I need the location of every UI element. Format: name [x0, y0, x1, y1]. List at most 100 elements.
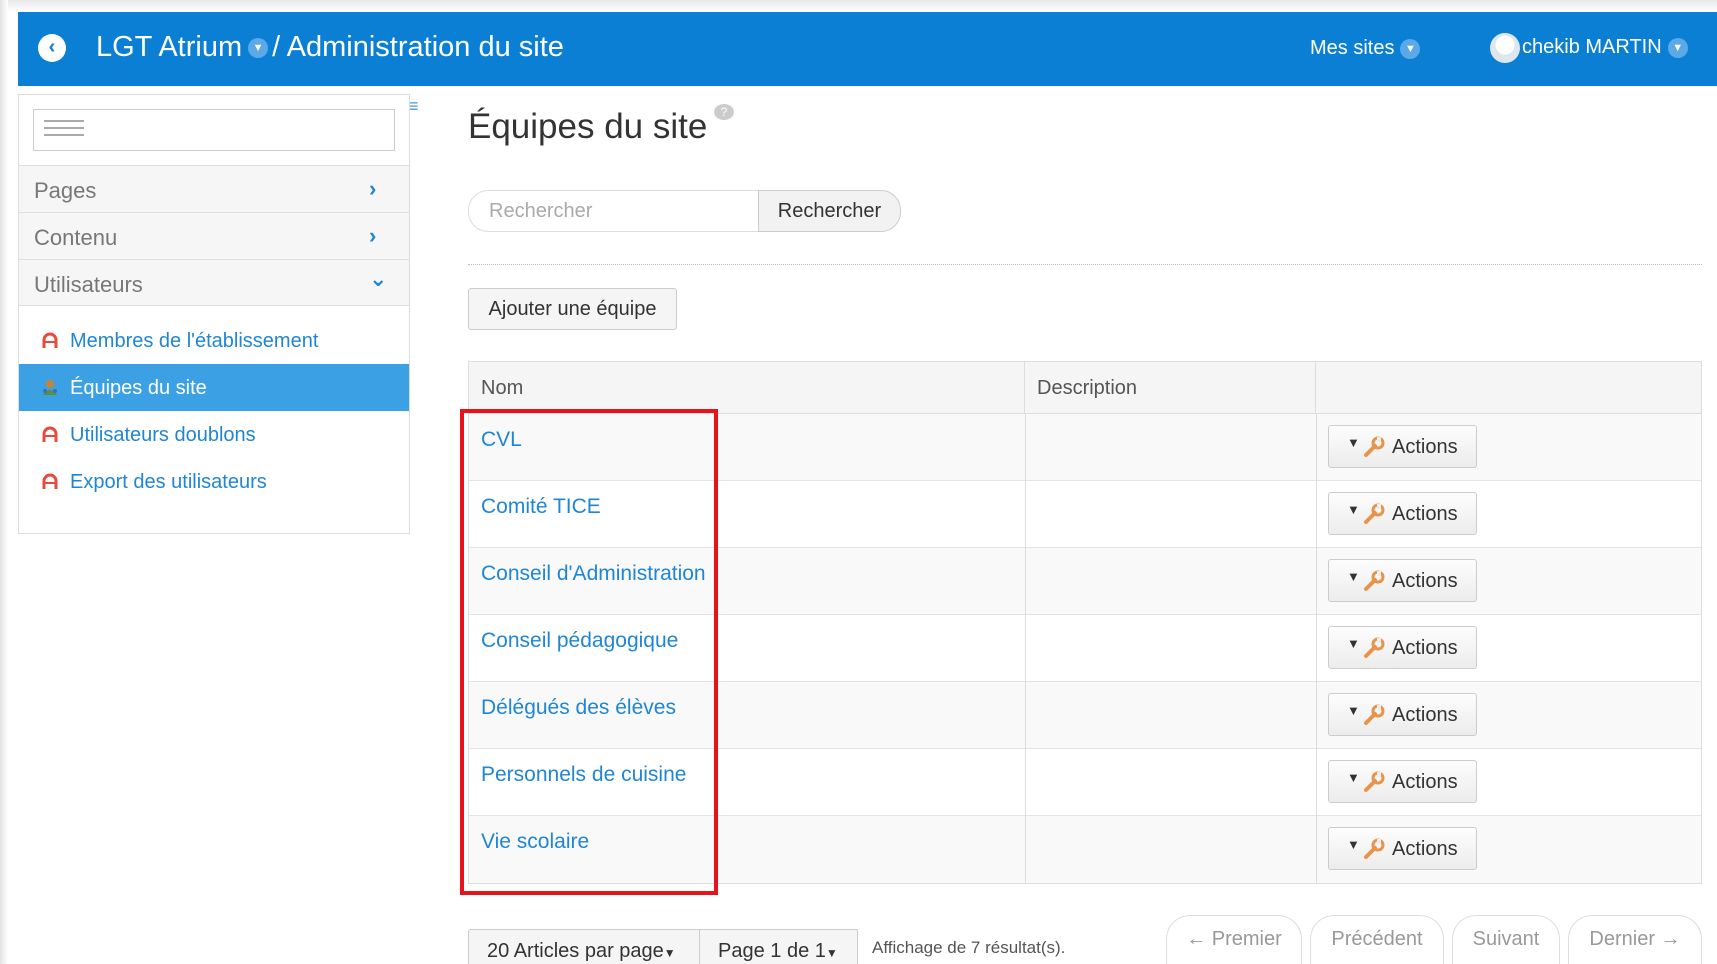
caret-down-icon: ▼ — [1347, 837, 1360, 852]
table-row: Vie scolaire ▼ Actions — [469, 816, 1701, 883]
sidebar-item-label: Utilisateurs doublons — [70, 424, 256, 446]
sidebar: Pages › Contenu › Utilisateurs ⌄ Membres… — [18, 94, 410, 534]
page-select-dropdown[interactable]: Page 1 de 1▼ — [700, 929, 858, 964]
user-arc-icon — [42, 332, 58, 348]
team-name-link[interactable]: Délégués des élèves — [481, 696, 676, 720]
table-row: Conseil pédagogique ▼ Actions — [469, 615, 1701, 682]
caret-down-icon: ▼ — [1347, 435, 1360, 450]
top-navigation-bar: ‹ LGT Atrium ▼ / Administration du site Me… — [18, 12, 1717, 86]
cell-divider — [1025, 615, 1026, 682]
cell-divider — [1316, 682, 1317, 749]
users-group-icon — [43, 380, 57, 395]
sidebar-section-label: Contenu — [34, 225, 118, 250]
team-name-link[interactable]: Personnels de cuisine — [481, 763, 686, 787]
wrench-icon — [1364, 704, 1385, 725]
site-name-link[interactable]: LGT Atrium — [96, 27, 242, 67]
sidebar-search-field[interactable] — [33, 109, 395, 151]
my-sites-label: Mes sites — [1310, 37, 1395, 59]
site-dropdown-caret-icon[interactable]: ▼ — [248, 38, 269, 59]
section-title: Administration du site — [286, 31, 564, 63]
user-menu[interactable]: chekib MARTIN ▼ — [1490, 30, 1692, 64]
actions-dropdown-button[interactable]: ▼ Actions — [1328, 492, 1477, 535]
wrench-icon — [1364, 637, 1385, 658]
last-page-button[interactable]: Dernier → — [1568, 915, 1702, 964]
sidebar-item-membres[interactable]: Membres de l'établissement — [19, 317, 409, 364]
window-shadow-top — [0, 0, 1717, 12]
column-header-actions — [1316, 362, 1703, 414]
team-name-link[interactable]: Conseil d'Administration — [481, 562, 706, 586]
previous-page-button[interactable]: Précédent — [1310, 915, 1444, 964]
cell-divider — [1316, 548, 1317, 615]
cell-divider — [1025, 548, 1026, 615]
cell-divider — [1025, 682, 1026, 749]
my-sites-menu[interactable]: Mes sites ▼ — [1310, 34, 1424, 62]
sidebar-item-export[interactable]: Export des utilisateurs — [19, 458, 409, 505]
cell-divider — [1316, 816, 1317, 883]
wrench-icon — [1364, 503, 1385, 524]
caret-down-icon: ▼ — [825, 946, 838, 960]
divider — [468, 264, 1702, 265]
page-select-label: Page 1 de 1 — [718, 940, 826, 962]
results-count: Affichage de 7 résultat(s). — [872, 938, 1066, 957]
back-arrow-icon[interactable]: ‹ — [38, 34, 66, 62]
actions-label: Actions — [1392, 704, 1458, 726]
breadcrumb: LGT Atrium ▼ / Administration du site — [96, 27, 564, 67]
sidebar-item-label: Équipes du site — [70, 377, 207, 399]
team-name-link[interactable]: Conseil pédagogique — [481, 629, 678, 653]
window-shadow-left — [0, 0, 8, 964]
user-arc-icon — [42, 473, 58, 489]
team-name-link[interactable]: CVL — [481, 428, 522, 452]
next-page-button[interactable]: Suivant — [1452, 915, 1560, 964]
sidebar-item-equipes[interactable]: Équipes du site — [19, 364, 409, 411]
breadcrumb-separator: / — [272, 31, 281, 63]
sidebar-item-doublons[interactable]: Utilisateurs doublons — [19, 411, 409, 458]
actions-dropdown-button[interactable]: ▼ Actions — [1328, 693, 1477, 736]
cell-divider — [1316, 749, 1317, 816]
sidebar-section-utilisateurs[interactable]: Utilisateurs ⌄ — [19, 259, 409, 306]
sidebar-section-contenu[interactable]: Contenu › — [19, 212, 409, 259]
chevron-down-icon: ⌄ — [369, 266, 388, 291]
wrench-icon — [1364, 838, 1385, 859]
my-sites-caret-icon: ▼ — [1400, 38, 1421, 59]
search-button[interactable]: Rechercher — [758, 190, 901, 232]
sidebar-section-label: Pages — [34, 178, 97, 203]
user-arc-icon — [42, 426, 58, 442]
add-team-button[interactable]: Ajouter une équipe — [468, 288, 677, 330]
table-row: Comité TICE ▼ Actions — [469, 481, 1701, 548]
cell-divider — [1316, 481, 1317, 548]
column-header-nom[interactable]: Nom — [469, 362, 1025, 414]
sidebar-item-label: Export des utilisateurs — [70, 471, 267, 493]
per-page-dropdown[interactable]: 20 Articles par page▼ — [468, 929, 700, 964]
wrench-icon — [1364, 771, 1385, 792]
caret-down-icon: ▼ — [1347, 569, 1360, 584]
per-page-label: 20 Articles par page — [487, 940, 664, 962]
table-row: Délégués des élèves ▼ Actions — [469, 682, 1701, 749]
user-menu-caret-icon: ▼ — [1667, 37, 1688, 58]
sidebar-section-pages[interactable]: Pages › — [19, 165, 409, 212]
search-input[interactable] — [468, 190, 758, 232]
first-page-button[interactable]: ← Premier — [1166, 915, 1302, 964]
help-icon[interactable]: ? — [714, 104, 734, 120]
actions-label: Actions — [1392, 570, 1458, 592]
cell-divider — [1025, 481, 1026, 548]
cell-divider — [1025, 414, 1026, 481]
actions-dropdown-button[interactable]: ▼ Actions — [1328, 559, 1477, 602]
actions-dropdown-button[interactable]: ▼ Actions — [1328, 760, 1477, 803]
caret-down-icon: ▼ — [1347, 703, 1360, 718]
actions-dropdown-button[interactable]: ▼ Actions — [1328, 626, 1477, 669]
column-header-description[interactable]: Description — [1025, 362, 1316, 414]
table-row: Personnels de cuisine ▼ Actions — [469, 749, 1701, 816]
table-header: Nom Description — [469, 362, 1701, 414]
team-name-link[interactable]: Comité TICE — [481, 495, 601, 519]
actions-dropdown-button[interactable]: ▼ Actions — [1328, 425, 1477, 468]
chevron-right-icon: › — [369, 223, 377, 248]
avatar — [1490, 32, 1520, 63]
page-title: Équipes du site — [468, 107, 708, 146]
actions-label: Actions — [1392, 436, 1458, 458]
sidebar-section-label: Utilisateurs — [34, 272, 143, 297]
caret-down-icon: ▼ — [663, 946, 676, 960]
team-name-link[interactable]: Vie scolaire — [481, 830, 589, 854]
table-body: CVL ▼ Actions Comité TICE ▼ Actions Conseil d'… — [469, 414, 1701, 883]
actions-dropdown-button[interactable]: ▼ Actions — [1328, 827, 1477, 870]
caret-down-icon: ▼ — [1347, 636, 1360, 651]
